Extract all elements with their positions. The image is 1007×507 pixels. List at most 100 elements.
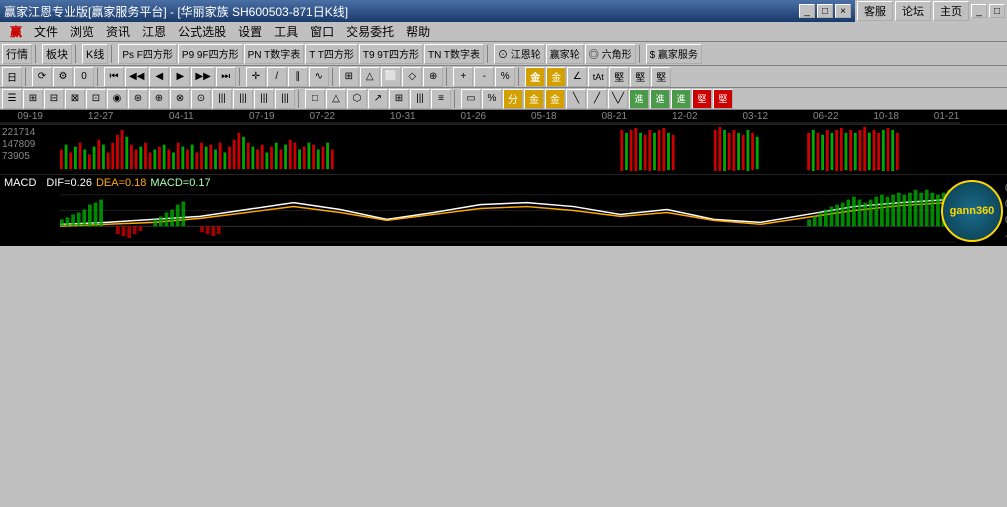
tb3-15[interactable]: □ <box>305 89 325 109</box>
customer-service-btn[interactable]: 客服 <box>857 1 893 21</box>
tb3-6[interactable]: ◉ <box>107 89 127 109</box>
gann-logo: gann360 <box>941 180 1003 242</box>
minimize-btn[interactable]: _ <box>799 4 815 18</box>
menu-news[interactable]: 资讯 <box>100 22 136 41</box>
tb-kline[interactable]: K线 <box>82 44 108 64</box>
tb3-27[interactable]: 進 <box>629 89 649 109</box>
tb-angle[interactable]: ∠ <box>567 67 587 87</box>
menu-trade[interactable]: 交易委托 <box>340 22 400 41</box>
tb-tb3[interactable]: 堅 <box>630 67 650 87</box>
tb3-24[interactable]: ╲ <box>566 89 586 109</box>
date-0722: 07-22 <box>309 111 335 122</box>
tb-tb1[interactable]: tAt <box>588 67 608 87</box>
menu-help[interactable]: 帮助 <box>400 22 436 41</box>
tb3-4[interactable]: ⊠ <box>65 89 85 109</box>
tb-nav-prev[interactable]: ◀ <box>149 67 169 87</box>
tb-tn-t[interactable]: TN T数字表 <box>424 44 484 64</box>
inner-restore-btn[interactable]: □ <box>989 4 1005 18</box>
tb3-5[interactable]: ⊡ <box>86 89 106 109</box>
tb-nav-play[interactable]: ▶ <box>170 67 190 87</box>
tb-nav-prev-page[interactable]: ◀◀ <box>125 67 148 87</box>
tb-draw4[interactable]: ◇ <box>402 67 422 87</box>
tb-draw1[interactable]: ⊞ <box>339 67 359 87</box>
tb3-10[interactable]: ⊙ <box>191 89 211 109</box>
tb-nav-last[interactable]: ⏭ <box>216 67 236 87</box>
tb3-3[interactable]: ⊟ <box>44 89 64 109</box>
vol-label-3: 73905 <box>2 151 30 162</box>
tb3-fen[interactable]: 分 <box>503 89 523 109</box>
tb3-12[interactable]: ||| <box>233 89 253 109</box>
tb3-1[interactable]: ☰ <box>2 89 22 109</box>
tb3-8[interactable]: ⊕ <box>149 89 169 109</box>
menu-win[interactable]: 赢 <box>4 22 28 41</box>
close-btn[interactable]: × <box>835 4 851 18</box>
tb-nav-first[interactable]: ⏮ <box>104 67 124 87</box>
tb-curve[interactable]: ∿ <box>309 67 329 87</box>
tb-ps-f4[interactable]: Ps F四方形 <box>118 44 177 64</box>
menu-jiangen[interactable]: 江恩 <box>136 22 172 41</box>
tb-t9-9t[interactable]: T9 9T四方形 <box>359 44 423 64</box>
tb3-29[interactable]: 進 <box>671 89 691 109</box>
tb-cross[interactable]: ✛ <box>246 67 266 87</box>
maximize-btn[interactable]: □ <box>817 4 833 18</box>
tb3-16[interactable]: △ <box>326 89 346 109</box>
tb3-2[interactable]: ⊞ <box>23 89 43 109</box>
tb-percent[interactable]: % <box>495 67 515 87</box>
tb-zoom-out[interactable]: - <box>474 67 494 87</box>
tb3-jin1[interactable]: 金 <box>524 89 544 109</box>
home-btn[interactable]: 主页 <box>933 1 969 21</box>
tb-num0[interactable]: 0 <box>74 67 94 87</box>
vol-label-2: 147809 <box>2 139 35 150</box>
tb3-18[interactable]: ↗ <box>368 89 388 109</box>
menu-tools[interactable]: 工具 <box>268 22 304 41</box>
menu-settings[interactable]: 设置 <box>232 22 268 41</box>
toolbar-row-1: 行情 板块 K线 Ps F四方形 P9 9F四方形 PN T数字表 T T四方形… <box>0 42 1007 66</box>
tb-period-day[interactable]: 日 <box>2 67 22 87</box>
tb-draw2[interactable]: △ <box>360 67 380 87</box>
tb3-20[interactable]: ||| <box>410 89 430 109</box>
tb-refresh[interactable]: ⟳ <box>32 67 52 87</box>
tb3-13[interactable]: ||| <box>254 89 274 109</box>
tb-tb4[interactable]: 堅 <box>651 67 671 87</box>
menu-window[interactable]: 窗口 <box>304 22 340 41</box>
tb-gold1[interactable]: 金 <box>525 67 545 87</box>
tb3-19[interactable]: ⊞ <box>389 89 409 109</box>
tb3-14[interactable]: ||| <box>275 89 295 109</box>
tb-tt4[interactable]: T T四方形 <box>305 44 358 64</box>
tb3-22[interactable]: ▭ <box>461 89 481 109</box>
menu-file[interactable]: 文件 <box>28 22 64 41</box>
menu-formula[interactable]: 公式选股 <box>172 22 232 41</box>
tb3-7[interactable]: ⊛ <box>128 89 148 109</box>
menu-browse[interactable]: 浏览 <box>64 22 100 41</box>
tb3-30[interactable]: 堅 <box>692 89 712 109</box>
tb-settings2[interactable]: ⚙ <box>53 67 73 87</box>
inner-minimize-btn[interactable]: _ <box>971 4 987 18</box>
tb-p9-9f4[interactable]: P9 9F四方形 <box>178 44 243 64</box>
tb-sectors[interactable]: 板块 <box>42 44 72 64</box>
tb3-31[interactable]: 堅 <box>713 89 733 109</box>
tb-nav-next[interactable]: ▶▶ <box>191 67 214 87</box>
tb3-28[interactable]: 進 <box>650 89 670 109</box>
tb3-26[interactable]: ╲╱ <box>608 89 628 109</box>
tb-pn-t[interactable]: PN T数字表 <box>244 44 305 64</box>
tb-draw3[interactable]: ⬜ <box>381 67 401 87</box>
forum-btn[interactable]: 论坛 <box>895 1 931 21</box>
tb3-9[interactable]: ⊗ <box>170 89 190 109</box>
tb-service[interactable]: $ 赢家服务 <box>646 44 702 64</box>
tb-zoom-in[interactable]: + <box>453 67 473 87</box>
tb3-17[interactable]: ⬡ <box>347 89 367 109</box>
tb3-25[interactable]: ╱ <box>587 89 607 109</box>
tb-quotes[interactable]: 行情 <box>2 44 32 64</box>
tb-hexagon[interactable]: ◎ 六角形 <box>585 44 636 64</box>
tb3-11[interactable]: ||| <box>212 89 232 109</box>
tb-draw5[interactable]: ⊕ <box>423 67 443 87</box>
tb-line[interactable]: / <box>267 67 287 87</box>
tb-tb2[interactable]: 堅 <box>609 67 629 87</box>
tb-parallel[interactable]: ∥ <box>288 67 308 87</box>
tb3-23[interactable]: % <box>482 89 502 109</box>
tb3-21[interactable]: ≡ <box>431 89 451 109</box>
tb-jiangen-wheel[interactable]: ⊙ 江恩轮 <box>494 44 545 64</box>
tb-win-wheel[interactable]: 赢家轮 <box>546 44 584 64</box>
tb3-jin2[interactable]: 金 <box>545 89 565 109</box>
tb-gold2[interactable]: 金 <box>546 67 566 87</box>
